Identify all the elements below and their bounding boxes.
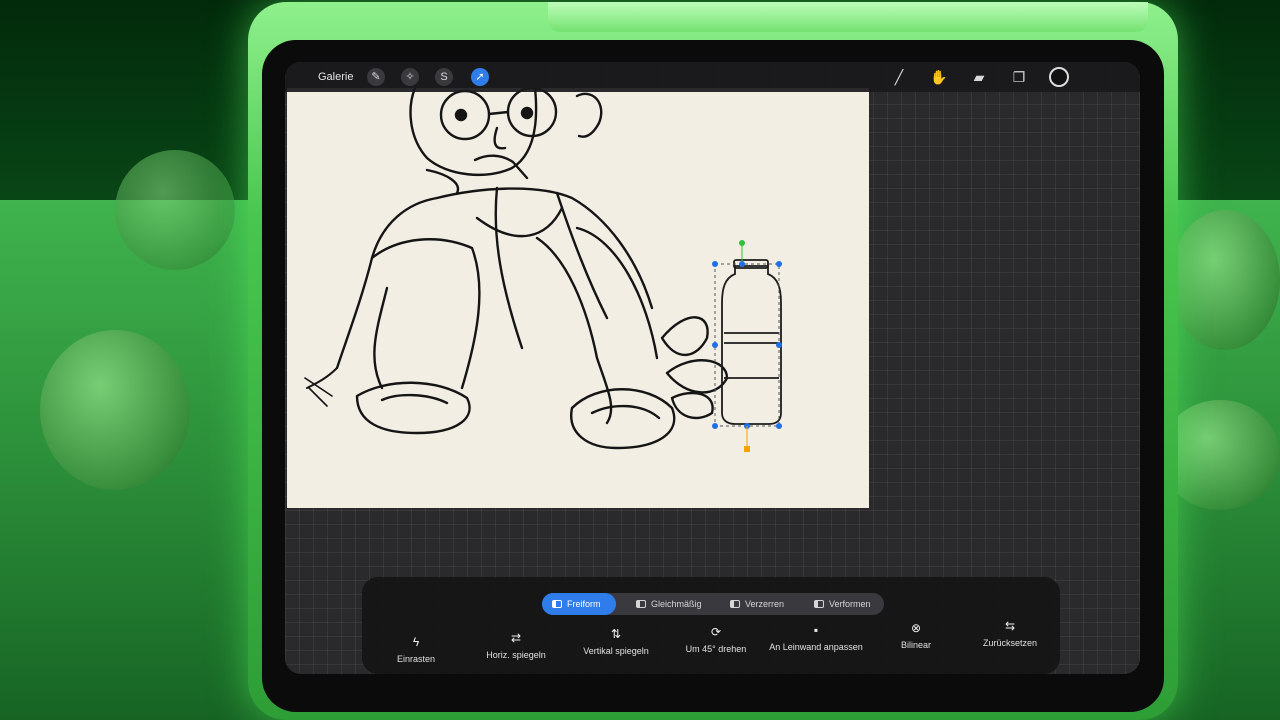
gallery-button[interactable]: Galerie <box>318 71 353 83</box>
mode-gleichmaessig[interactable]: Gleichmäßig <box>626 593 716 615</box>
flip-vertical-button[interactable]: ⇅ Vertikal spiegeln <box>566 627 666 656</box>
flip-horizontal-label: Horiz. spiegeln <box>486 650 546 660</box>
reset-button[interactable]: ⇆ Zurücksetzen <box>960 619 1060 648</box>
procreate-screen: Galerie ✎ ✧ S ➚ ╱ ✋ ▰ ❐ Freiform Gleichm… <box>285 62 1140 674</box>
smudge-icon[interactable]: ✋ <box>929 67 949 87</box>
mode-label: Gleichmäßig <box>651 599 702 609</box>
interpolation-button[interactable]: ⊗ Bilinear <box>866 621 966 650</box>
pikachu-figure-right <box>1170 210 1280 350</box>
squirtle-figure-left <box>115 150 235 270</box>
rotate-label: Um 45° drehen <box>685 644 747 654</box>
drawing-canvas[interactable] <box>287 88 869 508</box>
interpolation-label: Bilinear <box>900 640 931 650</box>
fit-canvas-icon: ▪ <box>813 623 819 637</box>
reset-label: Zurücksetzen <box>982 638 1038 648</box>
case-pencil-holder <box>548 2 1148 32</box>
distort-icon <box>730 600 740 608</box>
pikachu-figure-left <box>40 330 190 490</box>
layers-icon[interactable]: ❐ <box>1009 67 1029 87</box>
fit-to-canvas-label: An Leinwand anpassen <box>769 642 863 652</box>
mode-label: Freiform <box>567 599 601 609</box>
snap-label: Einrasten <box>396 654 436 664</box>
transform-arrow-icon[interactable]: ➚ <box>471 68 489 86</box>
mode-label: Verzerren <box>745 599 785 609</box>
warp-icon <box>814 600 824 608</box>
rotate-45-button[interactable]: ⟳ Um 45° drehen <box>666 625 766 654</box>
freeform-icon <box>552 600 562 608</box>
bulbasaur-figure-right <box>1160 400 1280 510</box>
flip-vertical-label: Vertikal spiegeln <box>583 646 649 656</box>
mode-verformen[interactable]: Verformen <box>804 593 884 615</box>
magic-wand-icon[interactable]: ✧ <box>401 68 419 86</box>
fit-to-canvas-button[interactable]: ▪ An Leinwand anpassen <box>766 623 866 652</box>
uniform-icon <box>636 600 646 608</box>
flip-horizontal-button[interactable]: ⇄ Horiz. spiegeln <box>466 631 566 660</box>
mode-label: Verformen <box>829 599 871 609</box>
top-toolbar: Galerie ✎ ✧ S ➚ ╱ ✋ ▰ ❐ <box>285 62 1140 92</box>
eraser-icon[interactable]: ▰ <box>969 67 989 87</box>
brush-icon[interactable]: ╱ <box>889 67 909 87</box>
flip-horizontal-icon: ⇄ <box>510 631 522 645</box>
mode-freiform[interactable]: Freiform <box>542 593 616 615</box>
interpolation-icon: ⊗ <box>910 621 922 635</box>
lightning-icon: ϟ <box>412 635 420 649</box>
sketch-illustration <box>304 88 782 452</box>
color-icon[interactable] <box>1049 67 1069 87</box>
transform-panel: Freiform Gleichmäßig Verzerren Verformen… <box>362 577 1060 674</box>
transform-mode-selector: Freiform Gleichmäßig Verzerren Verformen <box>542 593 884 615</box>
flip-vertical-icon: ⇅ <box>610 627 622 641</box>
rotate-icon: ⟳ <box>710 625 722 639</box>
wrench-icon[interactable]: ✎ <box>367 68 385 86</box>
selection-icon[interactable]: S <box>435 68 453 86</box>
mode-verzerren[interactable]: Verzerren <box>720 593 800 615</box>
snap-button[interactable]: ϟ Einrasten <box>366 635 466 664</box>
reset-icon: ⇆ <box>1004 619 1016 633</box>
